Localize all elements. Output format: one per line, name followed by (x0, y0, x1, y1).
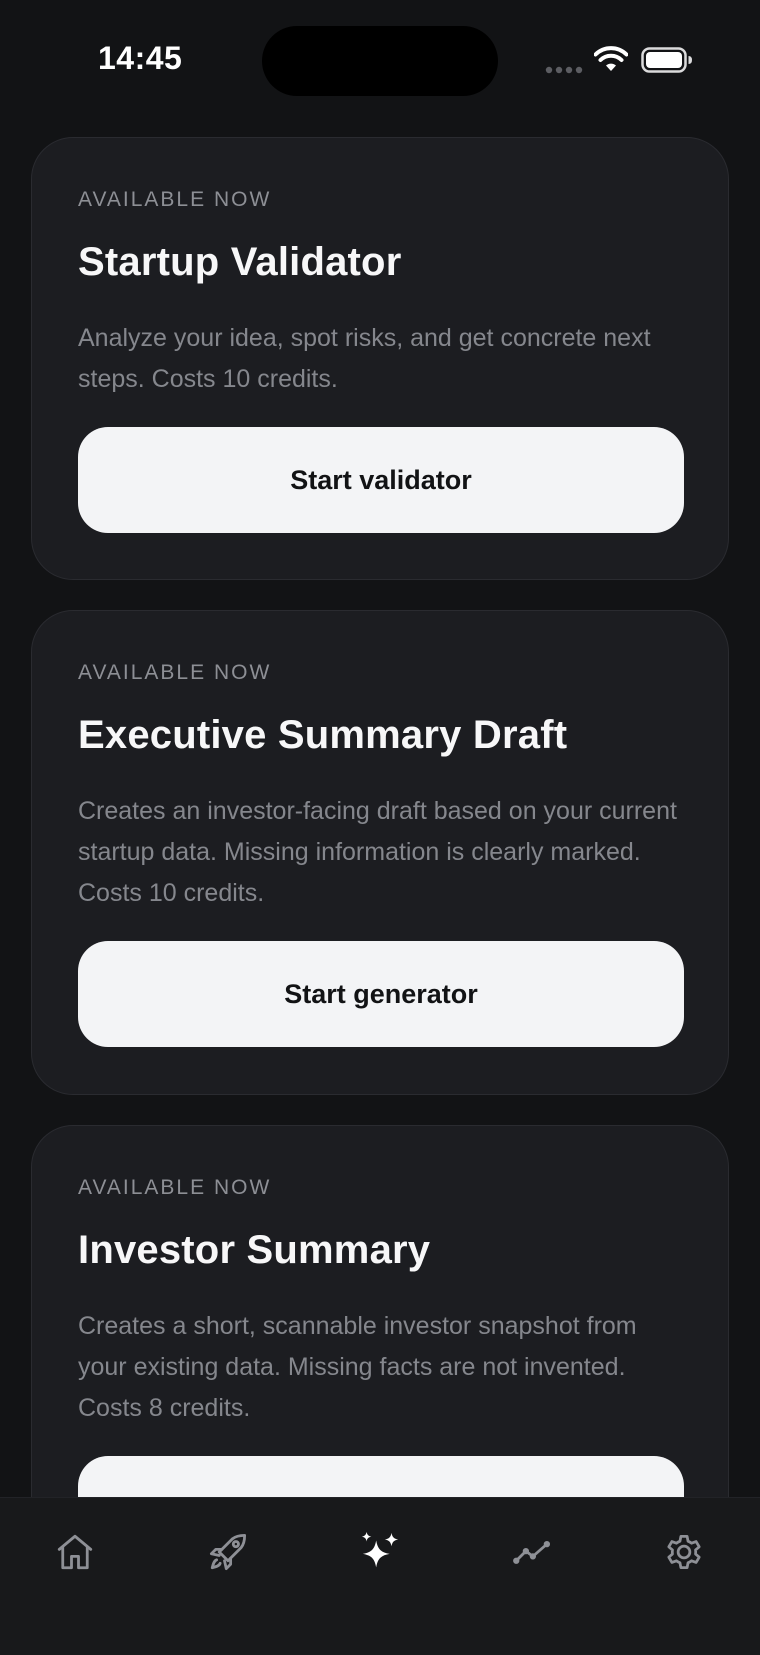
card-description: Analyze your idea, spot risks, and get c… (78, 324, 651, 393)
sparkles-icon (361, 1531, 399, 1568)
tab-home[interactable] (37, 1514, 113, 1590)
start-generator-button[interactable]: Start generator (78, 941, 684, 1047)
tab-ai-tools[interactable] (342, 1514, 418, 1590)
cellular-signal-icon (545, 66, 583, 74)
card-availability-label: AVAILABLE NOW (78, 188, 272, 211)
card-title: Executive Summary Draft (78, 713, 568, 757)
card-availability-label: AVAILABLE NOW (78, 1176, 272, 1199)
bottom-tab-bar (0, 1497, 760, 1655)
card-description: Creates an investor-facing draft based o… (78, 797, 677, 907)
rocket-icon (209, 1533, 247, 1571)
status-bar: 14:45 (0, 0, 760, 120)
tab-startup[interactable] (190, 1514, 266, 1590)
card-description: Creates a short, scannable investor snap… (78, 1312, 637, 1422)
executive-summary-card: AVAILABLE NOW Executive Summary Draft Cr… (31, 610, 729, 1095)
dynamic-island (262, 26, 498, 96)
start-validator-button[interactable]: Start validator (78, 427, 684, 533)
status-time: 14:45 (98, 40, 183, 76)
battery-icon (641, 47, 692, 73)
gear-icon (667, 1535, 701, 1569)
card-title: Startup Validator (78, 240, 402, 284)
wifi-icon (594, 46, 628, 71)
home-icon (57, 1534, 93, 1570)
card-availability-label: AVAILABLE NOW (78, 661, 272, 684)
tab-analytics[interactable] (494, 1514, 570, 1590)
tab-settings[interactable] (646, 1514, 722, 1590)
startup-validator-card: AVAILABLE NOW Startup Validator Analyze … (31, 137, 729, 580)
chart-line-icon (513, 1540, 551, 1564)
card-title: Investor Summary (78, 1228, 431, 1272)
